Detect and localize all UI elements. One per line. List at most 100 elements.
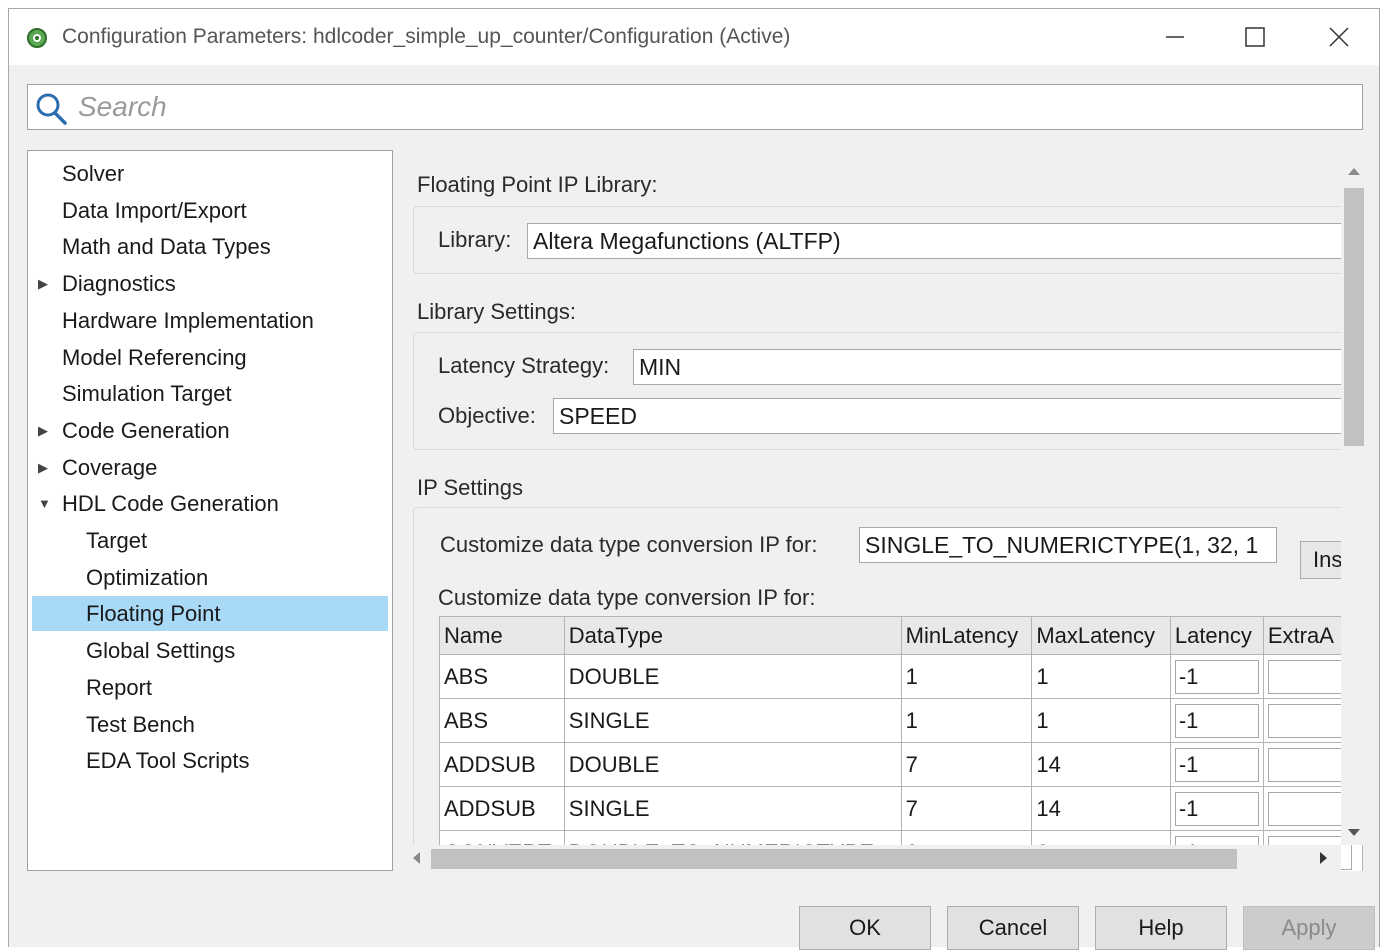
latency-input[interactable]: -1: [1174, 791, 1259, 826]
table-header-row: Name DataType MinLatency MaxLatency Late…: [439, 616, 1363, 655]
search-icon: [36, 93, 67, 125]
ip-table: Name DataType MinLatency MaxLatency Late…: [439, 616, 1363, 871]
tree-item-global-settings[interactable]: Global Settings: [28, 633, 384, 668]
library-settings-title: Library Settings:: [417, 299, 576, 324]
library-label: Library:: [438, 227, 512, 252]
tree-item-simulation-target[interactable]: Simulation Target: [28, 376, 384, 411]
search-input[interactable]: [78, 90, 1348, 124]
tree-item-model-referencing[interactable]: Model Referencing: [28, 340, 384, 375]
col-header-datatype[interactable]: DataType: [563, 616, 902, 655]
maximize-button[interactable]: [1233, 19, 1277, 55]
tree-item-eda-tool-scripts[interactable]: EDA Tool Scripts: [28, 743, 384, 778]
extra-input[interactable]: [1267, 703, 1352, 738]
latency-input[interactable]: -1: [1174, 747, 1259, 782]
tree-item-label: Optimization: [86, 564, 209, 590]
tree-item-diagnostics[interactable]: ▶ Diagnostics: [28, 266, 384, 301]
latency-strategy-label: Latency Strategy:: [438, 353, 610, 378]
tree-item-label: Hardware Implementation: [62, 307, 314, 333]
minimize-button[interactable]: [1153, 19, 1197, 55]
tree-item-hardware-implementation[interactable]: Hardware Implementation: [28, 303, 384, 338]
scroll-up-icon[interactable]: [1341, 162, 1367, 182]
ok-button[interactable]: OK: [799, 906, 931, 950]
col-header-latency[interactable]: Latency: [1169, 616, 1264, 655]
tree-item-test-bench[interactable]: Test Bench: [28, 707, 384, 742]
tree-item-label: Diagnostics: [62, 271, 176, 297]
objective-dropdown[interactable]: SPEED: [553, 398, 1363, 434]
tree-item-label: Math and Data Types: [62, 234, 271, 260]
scroll-left-icon[interactable]: [407, 845, 427, 871]
extra-input[interactable]: [1267, 791, 1352, 826]
tree-item-report[interactable]: Report: [28, 670, 384, 705]
extra-input[interactable]: [1267, 659, 1352, 694]
window-title: Configuration Parameters: hdlcoder_simpl…: [62, 25, 791, 48]
tree-item-code-generation[interactable]: ▶ Code Generation: [28, 413, 384, 448]
cell-minlatency: 7: [900, 786, 1033, 831]
maximize-icon: [1245, 27, 1265, 47]
cell-minlatency: 1: [900, 698, 1033, 743]
tree-item-label: Simulation Target: [62, 381, 232, 407]
extra-input[interactable]: [1267, 747, 1352, 782]
collapsed-arrow-icon[interactable]: ▶: [38, 266, 48, 301]
scroll-down-icon[interactable]: [1341, 822, 1367, 842]
table-row: ADDSUB SINGLE 7 14 -1: [439, 786, 1363, 831]
horizontal-scroll-thumb[interactable]: [431, 849, 1237, 869]
close-icon: [1329, 27, 1349, 47]
category-tree: Solver Data Import/Export Math and Data Ty…: [27, 150, 393, 871]
cell-latency: -1: [1169, 742, 1264, 787]
col-header-maxlatency[interactable]: MaxLatency: [1031, 616, 1171, 655]
cell-maxlatency: 14: [1031, 742, 1171, 787]
latency-input[interactable]: -1: [1174, 659, 1259, 694]
tree-item-optimization[interactable]: Optimization: [28, 560, 384, 595]
apply-button[interactable]: Apply: [1243, 906, 1375, 950]
cell-maxlatency: 1: [1031, 698, 1171, 743]
library-dropdown[interactable]: Altera Megafunctions (ALTFP): [527, 223, 1357, 259]
ip-library-group: Library: Altera Megafunctions (ALTFP): [413, 206, 1363, 274]
latency-input[interactable]: -1: [1174, 703, 1259, 738]
tree-item-label: Test Bench: [86, 711, 195, 737]
cell-datatype: DOUBLE: [563, 742, 902, 787]
tree-item-label: Floating Point: [86, 601, 221, 627]
help-button[interactable]: Help: [1095, 906, 1227, 950]
cell-minlatency: 7: [900, 742, 1033, 787]
tree-item-target[interactable]: Target: [28, 523, 384, 558]
col-header-name[interactable]: Name: [439, 616, 565, 655]
customize-ip-dropdown[interactable]: SINGLE_TO_NUMERICTYPE(1, 32, 1: [859, 527, 1277, 563]
cell-name: ADDSUB: [439, 786, 565, 831]
vertical-scrollbar[interactable]: [1341, 160, 1367, 845]
config-dialog: Configuration Parameters: hdlcoder_simpl…: [8, 8, 1380, 950]
table-row: ABS SINGLE 1 1 -1: [439, 698, 1363, 743]
expanded-arrow-icon[interactable]: ▼: [38, 486, 51, 521]
scroll-right-icon[interactable]: [1313, 845, 1333, 871]
col-header-minlatency[interactable]: MinLatency: [900, 616, 1033, 655]
customize-ip-label: Customize data type conversion IP for:: [440, 532, 818, 557]
collapsed-arrow-icon[interactable]: ▶: [38, 450, 48, 485]
tree-item-math-and-data-types[interactable]: Math and Data Types: [28, 229, 384, 264]
tree-item-label: Coverage: [62, 454, 158, 480]
title-bar: Configuration Parameters: hdlcoder_simpl…: [9, 9, 1379, 65]
cell-latency: -1: [1169, 786, 1264, 831]
tree-item-solver[interactable]: Solver: [28, 156, 384, 191]
tree-item-label: Data Import/Export: [62, 197, 247, 223]
cell-maxlatency: 1: [1031, 654, 1171, 699]
table-caption: Customize data type conversion IP for:: [438, 585, 816, 610]
cell-minlatency: 1: [900, 654, 1033, 699]
collapsed-arrow-icon[interactable]: ▶: [38, 413, 48, 448]
tree-item-floating-point[interactable]: Floating Point: [32, 596, 388, 632]
tree-item-hdl-code-generation[interactable]: ▼ HDL Code Generation: [28, 486, 384, 521]
table-row: ABS DOUBLE 1 1 -1: [439, 654, 1363, 699]
horizontal-scrollbar[interactable]: [405, 845, 1341, 871]
vertical-scroll-thumb[interactable]: [1344, 188, 1364, 446]
ip-settings-title: IP Settings: [417, 475, 523, 500]
cell-maxlatency: 14: [1031, 786, 1171, 831]
library-settings-group: Latency Strategy: MIN Objective: SPEED: [413, 332, 1363, 450]
tree-item-data-import-export[interactable]: Data Import/Export: [28, 193, 384, 228]
simulink-gear-icon: [27, 28, 47, 48]
cancel-button[interactable]: Cancel: [947, 906, 1079, 950]
latency-strategy-dropdown[interactable]: MIN: [633, 349, 1363, 385]
cell-name: ADDSUB: [439, 742, 565, 787]
close-button[interactable]: [1317, 19, 1361, 55]
tree-item-label: Target: [86, 528, 148, 553]
cell-datatype: DOUBLE: [563, 654, 902, 699]
tree-item-coverage[interactable]: ▶ Coverage: [28, 450, 384, 485]
cell-datatype: SINGLE: [563, 698, 902, 743]
